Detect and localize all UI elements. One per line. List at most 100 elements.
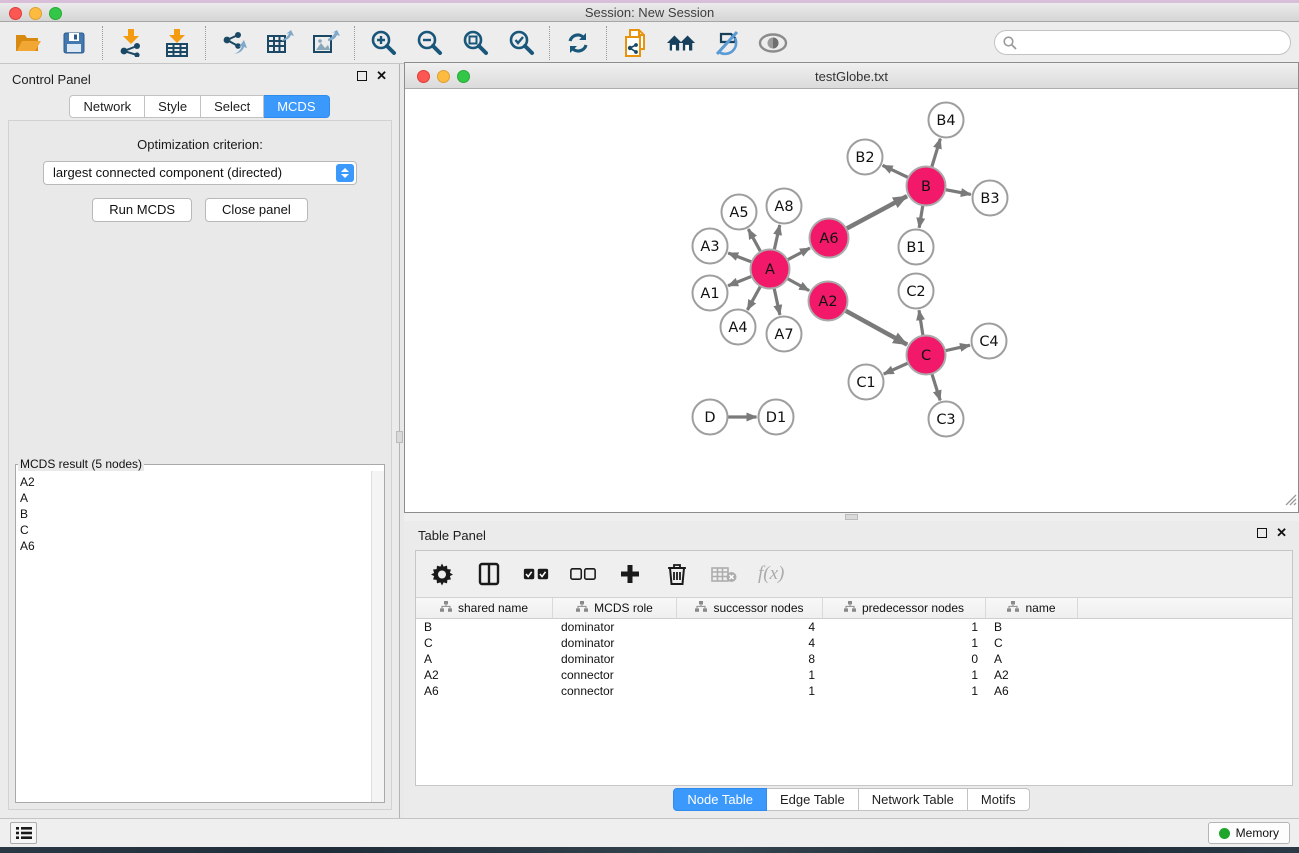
table-row[interactable]: Cdominator41C xyxy=(416,635,1292,651)
node-C4[interactable]: C4 xyxy=(972,324,1007,359)
node-B1[interactable]: B1 xyxy=(899,230,934,265)
table-cell[interactable]: 1 xyxy=(823,683,986,699)
tab-select[interactable]: Select xyxy=(201,95,264,118)
close-panel-icon[interactable]: ✕ xyxy=(376,71,387,81)
show-column-icon[interactable] xyxy=(476,561,502,587)
zoom-fit-icon[interactable] xyxy=(460,28,490,58)
column-header-successor-nodes[interactable]: successor nodes xyxy=(677,598,823,618)
node-B4[interactable]: B4 xyxy=(929,103,964,138)
table-cell[interactable]: connector xyxy=(553,683,677,699)
toggle-visibility-icon[interactable] xyxy=(758,28,788,58)
node-A4[interactable]: A4 xyxy=(721,310,756,345)
table-cell[interactable]: 1 xyxy=(823,667,986,683)
table-cell[interactable]: A2 xyxy=(416,667,553,683)
node-A8[interactable]: A8 xyxy=(767,189,802,224)
table-row[interactable]: Adominator80A xyxy=(416,651,1292,667)
table-cell[interactable]: 0 xyxy=(823,651,986,667)
table-cell[interactable]: A6 xyxy=(416,683,553,699)
node-B[interactable]: B xyxy=(907,167,946,206)
memory-button[interactable]: Memory xyxy=(1208,822,1290,844)
run-mcds-button[interactable]: Run MCDS xyxy=(92,198,192,222)
table-cell[interactable]: B xyxy=(986,619,1078,635)
result-item[interactable]: B xyxy=(20,506,371,522)
horizontal-splitter[interactable] xyxy=(404,513,1299,521)
node-D[interactable]: D xyxy=(693,400,728,435)
zoom-selected-icon[interactable] xyxy=(506,28,536,58)
export-image-icon[interactable] xyxy=(311,28,341,58)
table-cell[interactable]: 1 xyxy=(677,683,823,699)
float-table-panel-icon[interactable] xyxy=(1257,528,1267,538)
node-C[interactable]: C xyxy=(907,336,946,375)
export-table-icon[interactable] xyxy=(265,28,295,58)
table-row[interactable]: A6connector11A6 xyxy=(416,683,1292,699)
table-cell[interactable]: C xyxy=(986,635,1078,651)
table-cell[interactable]: 1 xyxy=(823,619,986,635)
vertical-splitter-handle[interactable] xyxy=(396,431,403,443)
table-cell[interactable]: A xyxy=(416,651,553,667)
node-A2[interactable]: A2 xyxy=(809,282,848,321)
import-table-icon[interactable] xyxy=(162,28,192,58)
add-column-icon[interactable] xyxy=(617,561,643,587)
table-cell[interactable]: 8 xyxy=(677,651,823,667)
hide-labels-icon[interactable] xyxy=(712,28,742,58)
export-network-icon[interactable] xyxy=(219,28,249,58)
node-B2[interactable]: B2 xyxy=(848,140,883,175)
horizontal-splitter-handle[interactable] xyxy=(845,514,858,520)
table-cell[interactable]: 1 xyxy=(677,667,823,683)
table-cell[interactable]: C xyxy=(416,635,553,651)
node-A5[interactable]: A5 xyxy=(722,195,757,230)
node-A[interactable]: A xyxy=(751,250,790,289)
search-input[interactable] xyxy=(1022,35,1290,50)
save-session-icon[interactable] xyxy=(59,28,89,58)
node-A3[interactable]: A3 xyxy=(693,229,728,264)
select-all-icon[interactable] xyxy=(523,561,549,587)
table-cell[interactable]: B xyxy=(416,619,553,635)
tab-network[interactable]: Network xyxy=(69,95,145,118)
result-item[interactable]: C xyxy=(20,522,371,538)
node-A1[interactable]: A1 xyxy=(693,276,728,311)
table-cell[interactable]: A xyxy=(986,651,1078,667)
node-A7[interactable]: A7 xyxy=(767,317,802,352)
column-header-predecessor-nodes[interactable]: predecessor nodes xyxy=(823,598,986,618)
tab-node-table[interactable]: Node Table xyxy=(673,788,767,811)
table-cell[interactable]: dominator xyxy=(553,635,677,651)
deselect-all-icon[interactable] xyxy=(570,561,596,587)
column-header-shared-name[interactable]: shared name xyxy=(416,598,553,618)
node-A6[interactable]: A6 xyxy=(810,219,849,258)
result-item[interactable]: A xyxy=(20,490,371,506)
result-item[interactable]: A2 xyxy=(20,474,371,490)
result-item[interactable]: A6 xyxy=(20,538,371,554)
tab-edge-table[interactable]: Edge Table xyxy=(767,788,859,811)
table-row[interactable]: Bdominator41B xyxy=(416,619,1292,635)
task-history-button[interactable] xyxy=(10,822,37,844)
import-network-icon[interactable] xyxy=(116,28,146,58)
tab-motifs[interactable]: Motifs xyxy=(968,788,1030,811)
tab-mcds[interactable]: MCDS xyxy=(264,95,329,118)
duplicate-network-icon[interactable] xyxy=(620,28,650,58)
result-scrollbar[interactable] xyxy=(371,471,384,802)
node-C3[interactable]: C3 xyxy=(929,402,964,437)
node-C1[interactable]: C1 xyxy=(849,365,884,400)
mcds-result-list[interactable]: A2ABCA6 xyxy=(16,471,371,802)
zoom-out-icon[interactable] xyxy=(414,28,444,58)
table-cell[interactable]: A6 xyxy=(986,683,1078,699)
tab-style[interactable]: Style xyxy=(145,95,201,118)
refresh-icon[interactable] xyxy=(563,28,593,58)
table-cell[interactable]: A2 xyxy=(986,667,1078,683)
zoom-in-icon[interactable] xyxy=(368,28,398,58)
window-resize-grip[interactable] xyxy=(1284,493,1297,511)
search-field[interactable] xyxy=(994,30,1291,55)
delete-column-icon[interactable] xyxy=(664,561,690,587)
settings-gear-icon[interactable] xyxy=(429,561,455,587)
table-cell[interactable]: connector xyxy=(553,667,677,683)
home-icon[interactable] xyxy=(666,28,696,58)
table-cell[interactable]: 1 xyxy=(823,635,986,651)
table-row[interactable]: A2connector11A2 xyxy=(416,667,1292,683)
network-canvas[interactable]: AA6A2BCA5A8A3A1A4A7B2B4B3B1C2C4C1C3DD1 xyxy=(405,89,1298,512)
node-B3[interactable]: B3 xyxy=(973,181,1008,216)
close-panel-button[interactable]: Close panel xyxy=(205,198,308,222)
table-cell[interactable]: 4 xyxy=(677,619,823,635)
float-panel-icon[interactable] xyxy=(357,71,367,81)
close-table-panel-icon[interactable]: ✕ xyxy=(1276,528,1287,538)
table-cell[interactable]: dominator xyxy=(553,619,677,635)
